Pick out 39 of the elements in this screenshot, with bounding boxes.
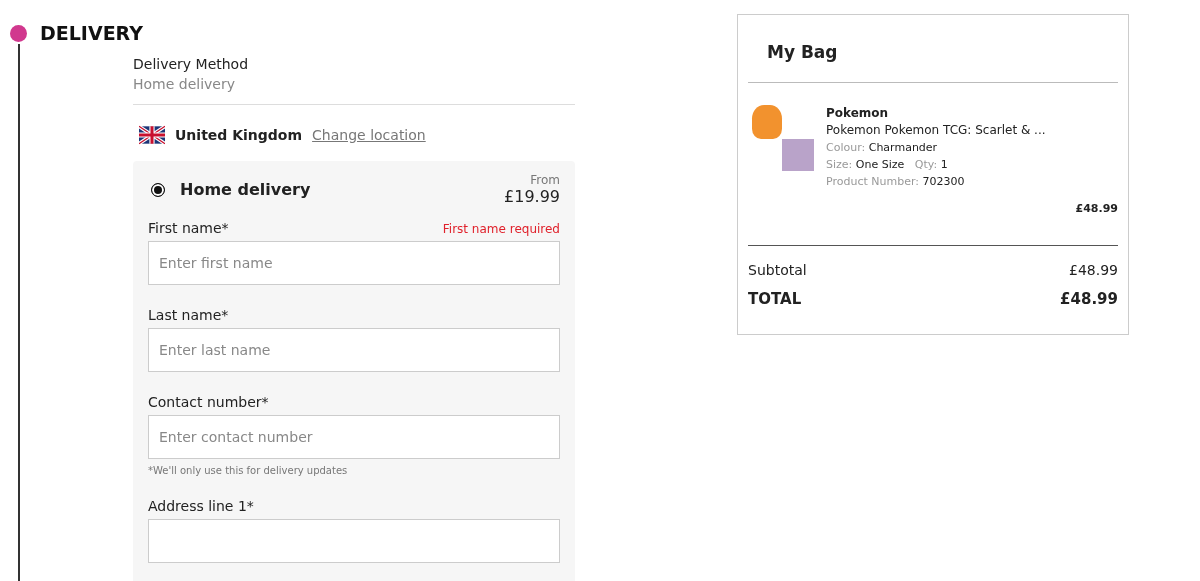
item-price: £48.99 (1075, 202, 1118, 215)
delivery-method-value: Home delivery (133, 75, 236, 94)
total-label: TOTAL (748, 289, 802, 310)
attribute-label: Colour: (826, 141, 866, 154)
total-value: £48.99 (1060, 289, 1118, 310)
section-title: DELIVERY (40, 22, 143, 44)
subtotal-value: £48.99 (1069, 261, 1118, 280)
change-location-link[interactable]: Change location (312, 127, 426, 143)
attribute-label: Product Number: (826, 175, 919, 188)
attribute-value: One Size (855, 158, 905, 171)
subtotal-label: Subtotal (748, 261, 807, 280)
field-label: Address line 1* (148, 498, 254, 514)
product-brand: Pokemon (826, 105, 890, 122)
attribute-label: Qty: (914, 158, 938, 171)
photo-placeholder (782, 139, 814, 171)
error-message: First name required (442, 222, 560, 236)
input-field[interactable]: Enter contact number (148, 415, 560, 459)
bag-title: My Bag (748, 15, 1118, 83)
field-label: Last name* (148, 307, 229, 323)
country-name: United Kingdom (175, 127, 303, 143)
price-prefix: From (529, 173, 560, 187)
product-name[interactable]: Pokemon Pokemon TCG: Scarlet & ... (826, 122, 1046, 139)
attribute-label: Size: (826, 158, 853, 171)
option-label: Home delivery (180, 180, 312, 199)
photo-placeholder (752, 105, 782, 139)
field-label: Contact number* (148, 394, 269, 410)
input-field[interactable]: Enter first name (148, 241, 560, 285)
step-dot (10, 24, 27, 42)
attribute-value: 1 (940, 158, 948, 171)
field-hint: *We'll only use this for delivery updates (148, 465, 349, 476)
radio-button[interactable] (151, 182, 165, 197)
option-price: £19.99 (504, 187, 560, 206)
attribute-value: 702300 (922, 175, 965, 188)
attribute-value: Charmander (868, 141, 938, 154)
delivery-method-label: Delivery Method (133, 55, 250, 74)
input-field[interactable]: Enter last name (148, 328, 560, 372)
input-field[interactable] (148, 519, 560, 563)
flag-icon (139, 125, 165, 145)
field-label: First name* (148, 220, 229, 236)
